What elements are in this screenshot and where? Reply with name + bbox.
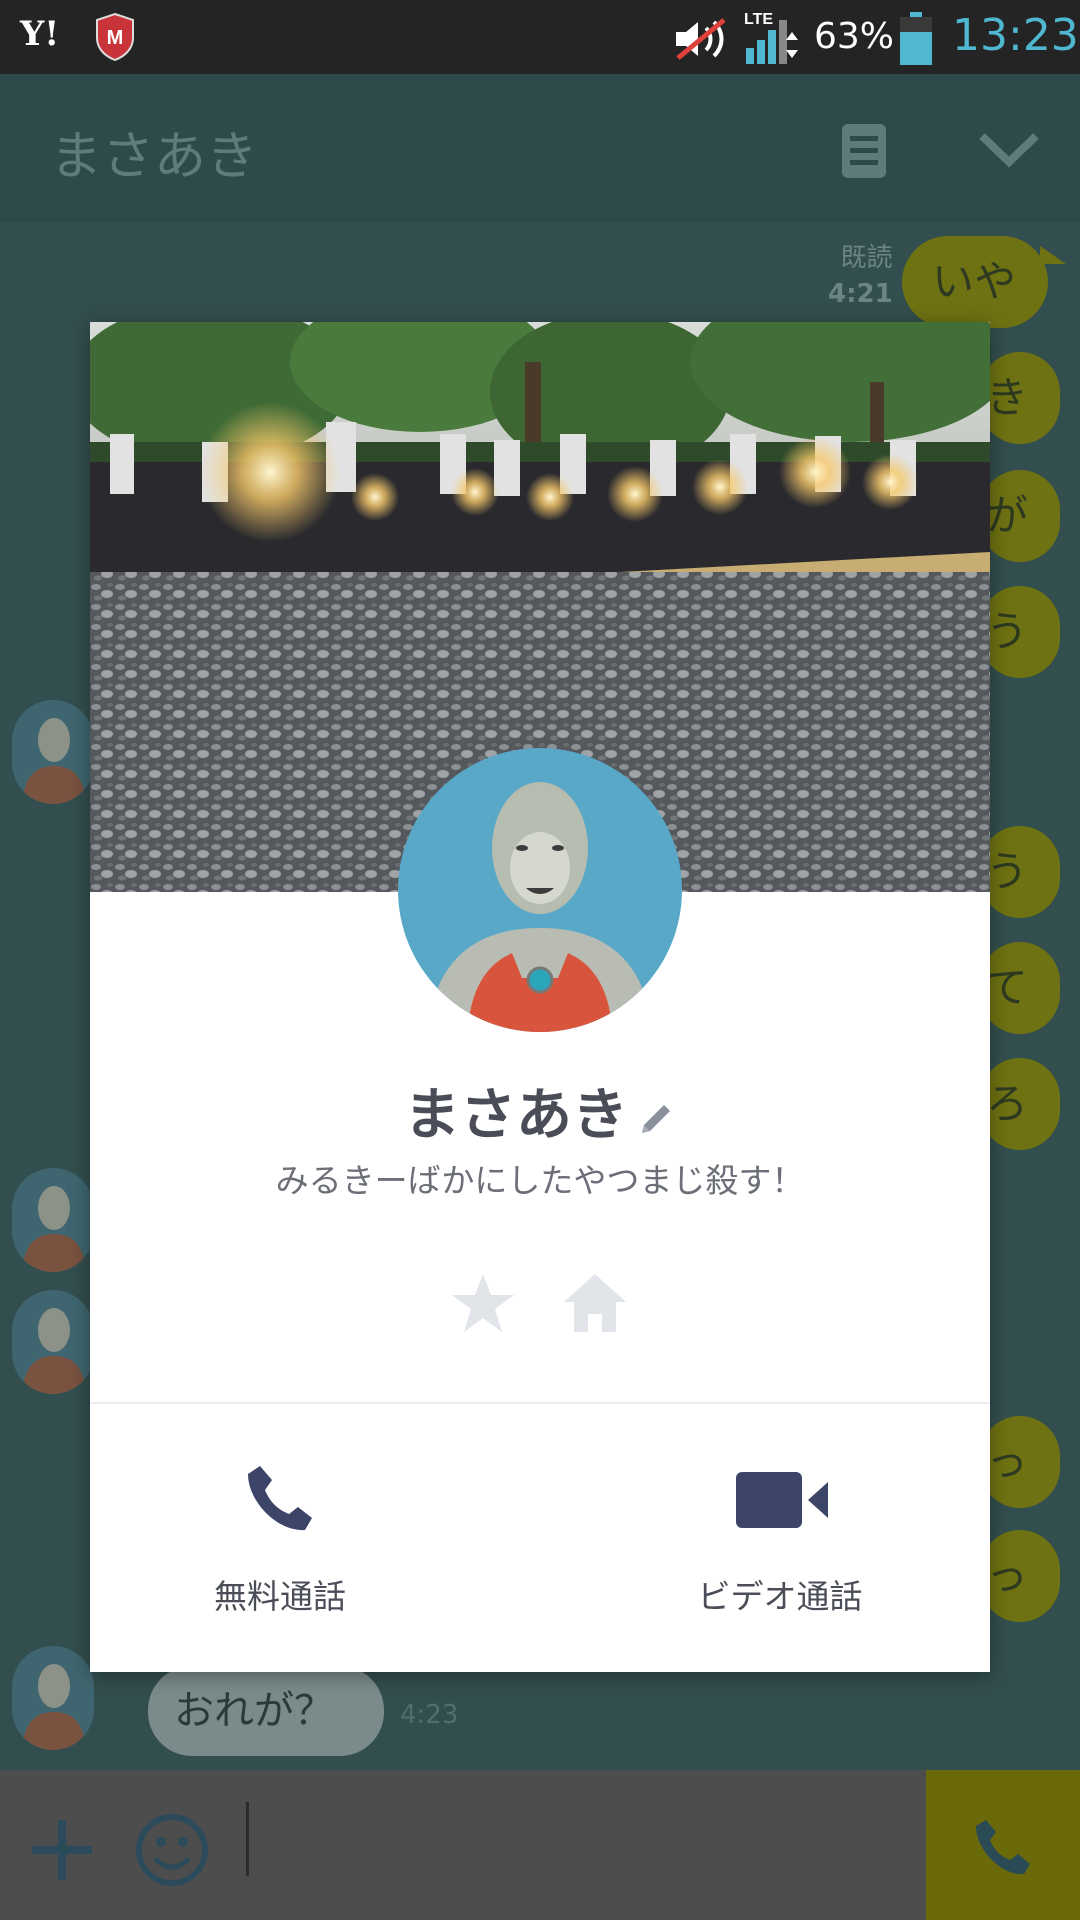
chat-title: まさあき [50, 127, 259, 187]
bubble-text: が [986, 491, 1029, 540]
video-camera-icon [736, 1472, 828, 1528]
signal-icon: LTE [744, 11, 798, 64]
profile-photo[interactable] [398, 748, 682, 1032]
muted-speaker-icon [676, 18, 726, 60]
security-shield-icon: M [96, 12, 134, 62]
divider [90, 1402, 990, 1404]
phone-icon [248, 1466, 312, 1531]
bubble-text: いや [932, 257, 1017, 306]
home-icon[interactable] [562, 1272, 628, 1334]
emoji-icon[interactable] [134, 1812, 210, 1888]
chat-bubble-right: き [980, 352, 1060, 444]
plus-icon[interactable] [30, 1818, 94, 1882]
chat-bubble-right: う [980, 826, 1060, 918]
status-message: みるきーばかにしたやつまじ殺す！ [275, 1161, 805, 1200]
svg-text:M: M [107, 27, 124, 49]
free-call-button[interactable]: 無料通話 [150, 1462, 410, 1632]
message-time: 4:23 [400, 1700, 459, 1730]
bubble-text: き [986, 373, 1029, 422]
profile-name: まさあき [90, 1070, 990, 1151]
profile-name-text: まさあき [404, 1083, 628, 1148]
avatar[interactable] [12, 1290, 94, 1394]
message-input-bar [0, 1770, 1080, 1920]
chat-header: まさあき [0, 74, 1080, 222]
avatar[interactable] [12, 700, 94, 804]
video-call-label: ビデオ通話 [697, 1577, 863, 1616]
bubble-tail [1040, 246, 1066, 264]
clock: 13:23 [952, 10, 1079, 61]
bubble-text: おれが？ [174, 1688, 334, 1734]
bubble-text: う [986, 607, 1029, 656]
free-call-label: 無料通話 [214, 1577, 346, 1616]
call-button[interactable] [926, 1770, 1080, 1920]
chat-bubble-right: いや [902, 236, 1048, 328]
chat-bubble-right: う [980, 586, 1060, 678]
svg-text:LTE: LTE [744, 11, 773, 28]
chat-bubble-left: おれが？ [148, 1666, 384, 1756]
bubble-text: ろ [986, 1079, 1029, 1128]
video-call-button[interactable]: ビデオ通話 [650, 1462, 910, 1632]
chat-bubble-right: っ [980, 1530, 1060, 1622]
read-receipt: 既読 4:21 [828, 240, 893, 312]
bubble-text: う [986, 847, 1029, 896]
profile-dialog: まさあき みるきーばかにしたやつまじ殺す！ 無料通話 ビデオ通話 [90, 322, 990, 1672]
avatar[interactable] [12, 1168, 94, 1272]
chat-bubble-right: っ [980, 1416, 1060, 1508]
yahoo-icon: Y! [20, 14, 60, 54]
status-bar: Y! M LTE 63% 13:23 [0, 0, 1080, 74]
chevron-down-icon[interactable] [978, 130, 1040, 170]
chat-bubble-right: が [980, 470, 1060, 562]
bubble-text: て [986, 963, 1029, 1012]
bubble-text: っ [986, 1437, 1029, 1486]
pencil-edit-icon[interactable] [636, 1099, 676, 1139]
star-icon[interactable] [450, 1272, 516, 1334]
chat-bubble-right: て [980, 942, 1060, 1034]
text-cursor[interactable] [246, 1802, 249, 1876]
read-time: 4:21 [828, 279, 893, 309]
battery-percent: 63% [814, 16, 895, 57]
battery-icon [900, 12, 932, 65]
chat-bubble-right: ろ [980, 1058, 1060, 1150]
read-label: 既読 [840, 243, 893, 273]
phone-icon [976, 1820, 1030, 1875]
note-icon[interactable] [840, 122, 888, 180]
avatar[interactable] [12, 1646, 94, 1750]
bubble-text: っ [986, 1551, 1029, 1600]
